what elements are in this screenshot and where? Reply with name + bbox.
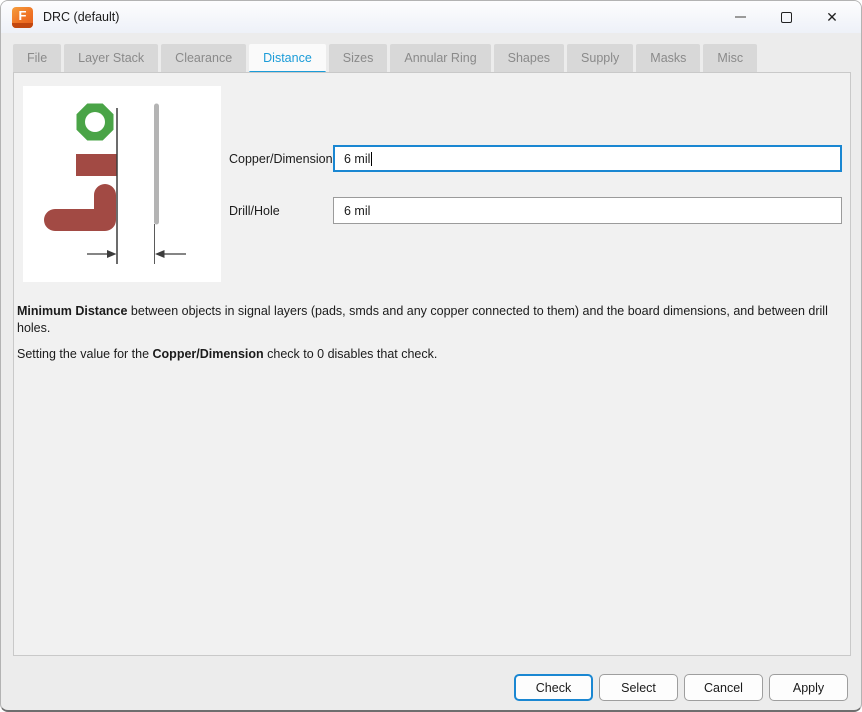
description-2-bold: Copper/Dimension xyxy=(153,347,264,361)
description-1-rest: between objects in signal layers (pads, … xyxy=(17,304,828,335)
close-icon: ✕ xyxy=(826,10,838,24)
tab-bar: File Layer Stack Clearance Distance Size… xyxy=(13,44,757,72)
tab-shapes[interactable]: Shapes xyxy=(494,44,564,72)
app-icon-band xyxy=(12,23,33,28)
tab-supply[interactable]: Supply xyxy=(567,44,633,72)
maximize-button[interactable] xyxy=(763,2,809,32)
drill-hole-value: 6 mil xyxy=(344,204,370,218)
text-caret xyxy=(371,152,372,166)
description-2-pre: Setting the value for the xyxy=(17,347,153,361)
app-icon: F xyxy=(12,7,33,28)
minimize-icon xyxy=(735,16,746,18)
tab-sizes[interactable]: Sizes xyxy=(329,44,388,72)
apply-button[interactable]: Apply xyxy=(769,674,848,701)
tab-file[interactable]: File xyxy=(13,44,61,72)
maximize-icon xyxy=(781,12,792,23)
window-title: DRC (default) xyxy=(43,10,119,24)
description-paragraph-1: Minimum Distance between objects in sign… xyxy=(17,303,839,337)
tab-distance[interactable]: Distance xyxy=(249,44,326,72)
description-paragraph-2: Setting the value for the Copper/Dimensi… xyxy=(17,346,839,363)
cancel-button[interactable]: Cancel xyxy=(684,674,763,701)
window-controls: ✕ xyxy=(717,1,855,33)
distance-illustration-svg xyxy=(23,86,221,282)
copper-dimension-label: Copper/Dimension xyxy=(229,145,333,172)
smd-rect-shape xyxy=(76,154,117,176)
copper-dimension-input[interactable]: 6 mil xyxy=(333,145,842,172)
description-1-bold: Minimum Distance xyxy=(17,304,127,318)
distance-illustration xyxy=(23,86,221,282)
minimize-button[interactable] xyxy=(717,2,763,32)
select-button[interactable]: Select xyxy=(599,674,678,701)
description-2-post: check to 0 disables that check. xyxy=(264,347,438,361)
tab-clearance[interactable]: Clearance xyxy=(161,44,246,72)
left-arrowhead xyxy=(107,250,117,258)
tab-masks[interactable]: Masks xyxy=(636,44,700,72)
copper-dimension-value: 6 mil xyxy=(344,152,370,166)
drill-hole-label: Drill/Hole xyxy=(229,197,280,224)
right-arrowhead xyxy=(155,250,165,258)
tab-layer-stack[interactable]: Layer Stack xyxy=(64,44,158,72)
copper-track-shape xyxy=(55,195,105,220)
title-bar: F DRC (default) ✕ xyxy=(1,1,861,33)
tab-misc[interactable]: Misc xyxy=(703,44,757,72)
app-icon-letter: F xyxy=(12,7,33,24)
check-button[interactable]: Check xyxy=(514,674,593,701)
pad-hole-shape xyxy=(85,112,105,132)
tab-annular-ring[interactable]: Annular Ring xyxy=(390,44,490,72)
drc-dialog-window: F DRC (default) ✕ File Layer Stack Clear… xyxy=(0,0,862,712)
close-button[interactable]: ✕ xyxy=(809,2,855,32)
drill-hole-input[interactable]: 6 mil xyxy=(333,197,842,224)
distance-tab-panel: Copper/Dimension 6 mil Drill/Hole 6 mil … xyxy=(13,72,851,656)
dialog-button-row: Check Select Cancel Apply xyxy=(514,674,848,701)
